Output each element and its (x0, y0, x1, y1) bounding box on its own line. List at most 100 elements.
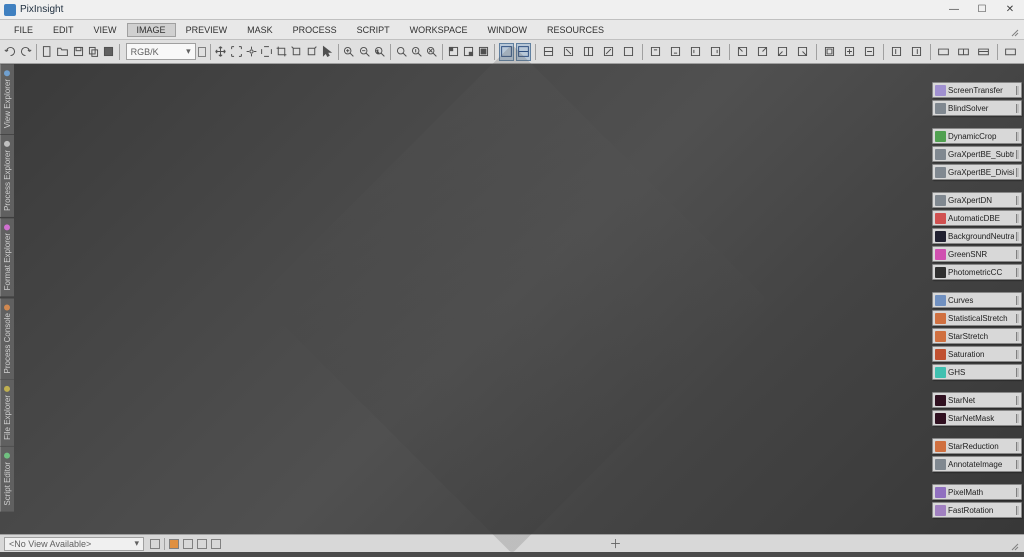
view-select-a[interactable] (447, 43, 460, 61)
mask-d-button[interactable] (600, 43, 618, 61)
arr-br-button[interactable] (794, 43, 812, 61)
panel-tab-process-explorer[interactable]: Process Explorer (0, 135, 14, 217)
mask-e-button[interactable] (620, 43, 638, 61)
menu-file[interactable]: FILE (4, 23, 43, 37)
col-a-button[interactable] (888, 43, 906, 61)
panel-tab-script-editor[interactable]: Script Editor (0, 447, 14, 512)
rotate-left-button[interactable] (290, 43, 303, 61)
process-handle[interactable] (1016, 442, 1019, 451)
view-selector-dropdown[interactable]: <No View Available> ▾ (4, 537, 144, 551)
add-view-button[interactable]: ＋ (609, 535, 621, 552)
process-tile-fastrotation[interactable]: FastRotation (932, 502, 1022, 518)
process-tile-statisticalstretch[interactable]: StatisticalStretch (932, 310, 1022, 326)
menu-script[interactable]: SCRIPT (347, 23, 400, 37)
zoom-in-button[interactable] (342, 43, 355, 61)
mask-b-button[interactable] (560, 43, 578, 61)
panel-tab-file-explorer[interactable]: File Explorer (0, 380, 14, 446)
channel-dropdown[interactable]: RGB/K ▾ (126, 43, 196, 60)
col-b-button[interactable] (908, 43, 926, 61)
redo-button[interactable] (19, 43, 32, 61)
grid-c-button[interactable] (861, 43, 879, 61)
grid-b-button[interactable] (841, 43, 859, 61)
move-tool-button[interactable] (214, 43, 227, 61)
process-tile-graxpertbe-division[interactable]: GraXpertBE_Division (932, 164, 1022, 180)
arr-tl-button[interactable] (734, 43, 752, 61)
grid-a-button[interactable] (821, 43, 839, 61)
menu-resources[interactable]: RESOURCES (537, 23, 614, 37)
arr-tr-button[interactable] (754, 43, 772, 61)
prev-c-button[interactable] (687, 43, 705, 61)
zoom-out-button[interactable] (358, 43, 371, 61)
menu-mask[interactable]: MASK (237, 23, 283, 37)
process-tile-screentransfer[interactable]: ScreenTransfer (932, 82, 1022, 98)
open-button[interactable] (56, 43, 69, 61)
panel-tab-process-console[interactable]: Process Console (0, 298, 14, 379)
prev-b-button[interactable] (667, 43, 685, 61)
process-tile-ghs[interactable]: GHS (932, 364, 1022, 380)
process-handle[interactable] (1016, 214, 1019, 223)
zoom-search-button[interactable] (410, 43, 423, 61)
save-button[interactable] (71, 43, 84, 61)
statusbar-resize-handle[interactable] (1010, 539, 1020, 549)
channel-swatch-c[interactable] (197, 539, 207, 549)
process-tile-dynamiccrop[interactable]: DynamicCrop (932, 128, 1022, 144)
pan-tool-button[interactable] (260, 43, 273, 61)
process-tile-photometriccc[interactable]: PhotometricCC (932, 264, 1022, 280)
menu-edit[interactable]: EDIT (43, 23, 84, 37)
process-handle[interactable] (1016, 414, 1019, 423)
menu-window[interactable]: WINDOW (477, 23, 537, 37)
view-toggle[interactable] (150, 539, 160, 549)
process-handle[interactable] (1016, 314, 1019, 323)
crop-tool-button[interactable] (275, 43, 288, 61)
zoom-reset-button[interactable] (425, 43, 438, 61)
view-select-b[interactable] (462, 43, 475, 61)
process-handle[interactable] (1016, 296, 1019, 305)
process-handle[interactable] (1016, 132, 1019, 141)
channel-swatch-a[interactable] (169, 539, 179, 549)
menu-process[interactable]: PROCESS (283, 23, 347, 37)
mon-d-button[interactable] (1002, 43, 1020, 61)
process-handle[interactable] (1016, 368, 1019, 377)
center-tool-button[interactable] (245, 43, 258, 61)
maximize-button[interactable]: ☐ (972, 3, 992, 17)
mask-a-button[interactable] (540, 43, 558, 61)
save-all-button[interactable] (102, 43, 115, 61)
process-tile-saturation[interactable]: Saturation (932, 346, 1022, 362)
channel-toggle[interactable] (198, 47, 206, 57)
process-handle[interactable] (1016, 268, 1019, 277)
zoom-actual-button[interactable]: 1 (373, 43, 386, 61)
canvas-area[interactable] (0, 64, 1024, 534)
process-handle[interactable] (1016, 506, 1019, 515)
mon-c-button[interactable] (975, 43, 993, 61)
mon-b-button[interactable] (955, 43, 973, 61)
undo-button[interactable] (4, 43, 17, 61)
process-handle[interactable] (1016, 396, 1019, 405)
process-handle[interactable] (1016, 488, 1019, 497)
process-handle[interactable] (1016, 332, 1019, 341)
process-tile-blindsolver[interactable]: BlindSolver (932, 100, 1022, 116)
process-tile-starstretch[interactable]: StarStretch (932, 328, 1022, 344)
zoom-fit-button[interactable] (395, 43, 408, 61)
process-handle[interactable] (1016, 168, 1019, 177)
process-handle[interactable] (1016, 196, 1019, 205)
process-handle[interactable] (1016, 350, 1019, 359)
process-handle[interactable] (1016, 150, 1019, 159)
menubar-resize-handle[interactable] (1010, 25, 1020, 35)
menu-preview[interactable]: PREVIEW (176, 23, 238, 37)
menu-image[interactable]: IMAGE (127, 23, 176, 37)
process-tile-starreduction[interactable]: StarReduction (932, 438, 1022, 454)
process-handle[interactable] (1016, 104, 1019, 113)
process-tile-pixelmath[interactable]: PixelMath (932, 484, 1022, 500)
menu-view[interactable]: VIEW (84, 23, 127, 37)
new-button[interactable] (41, 43, 54, 61)
channel-swatch-b[interactable] (183, 539, 193, 549)
prev-a-button[interactable] (647, 43, 665, 61)
process-tile-automaticdbe[interactable]: AutomaticDBE (932, 210, 1022, 226)
process-tile-curves[interactable]: Curves (932, 292, 1022, 308)
pointer-button[interactable] (321, 43, 334, 61)
close-button[interactable]: ✕ (1000, 3, 1020, 17)
panel-tab-format-explorer[interactable]: Format Explorer (0, 218, 14, 296)
process-handle[interactable] (1016, 250, 1019, 259)
menu-workspace[interactable]: WORKSPACE (400, 23, 478, 37)
channel-swatch-d[interactable] (211, 539, 221, 549)
